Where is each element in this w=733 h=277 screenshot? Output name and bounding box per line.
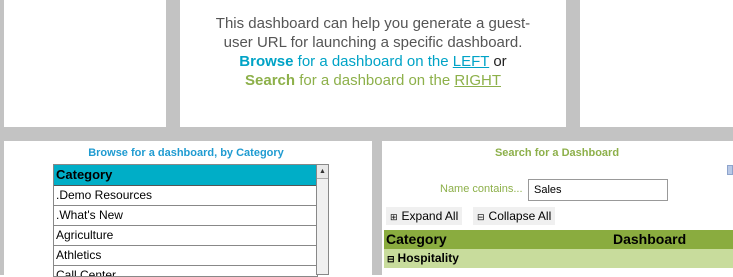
or-text: or: [489, 53, 507, 70]
plus-box-icon: ⊞: [390, 212, 398, 222]
results-column-category[interactable]: Category: [386, 230, 447, 249]
frame-top-left: [0, 0, 4, 131]
chevron-up-icon[interactable]: ▲: [317, 165, 328, 179]
category-scrollbar[interactable]: ▲: [316, 164, 329, 275]
instructions-search-line: Search for a dashboard on the RIGHT: [181, 71, 565, 90]
browse-panel-title: Browse for a dashboard, by Category: [88, 147, 284, 159]
instructions: This dashboard can help you generate a g…: [181, 14, 565, 90]
browse-word: Browse: [239, 53, 294, 70]
search-text: for a dashboard on the: [295, 72, 455, 89]
category-item-agriculture[interactable]: Agriculture: [54, 226, 317, 246]
name-contains-input[interactable]: [528, 179, 668, 201]
expand-all-label: Expand All: [401, 209, 459, 223]
search-word: Search: [245, 72, 296, 89]
search-panel-title: Search for a Dashboard: [494, 147, 620, 159]
frame-bottom-left: [0, 141, 4, 275]
frame-divider-left: [166, 0, 180, 131]
category-column-header[interactable]: Category: [54, 165, 317, 186]
category-item-call-center[interactable]: Call Center: [54, 266, 317, 276]
minus-box-icon: ⊟: [477, 212, 485, 222]
frame-band: [0, 127, 733, 141]
name-contains-label: Name contains...: [440, 183, 523, 195]
minus-box-icon[interactable]: ⊟: [387, 254, 395, 264]
category-item-athletics[interactable]: Athletics: [54, 246, 317, 266]
category-item-whats-new[interactable]: .What's New: [54, 206, 317, 226]
browse-text: for a dashboard on the: [293, 53, 453, 70]
collapse-all-label: Collapse All: [488, 209, 552, 223]
instructions-line-2: user URL for launching a specific dashbo…: [223, 34, 523, 51]
results-group-label: Hospitality: [397, 251, 459, 265]
instructions-line-1: This dashboard can help you generate a g…: [215, 15, 531, 32]
export-icon[interactable]: [727, 165, 733, 175]
frame-divider-middle: [372, 141, 382, 275]
frame-divider-right: [566, 0, 580, 131]
expand-all-button[interactable]: ⊞ Expand All: [386, 207, 463, 225]
left-link[interactable]: LEFT: [453, 53, 489, 70]
results-column-dashboard[interactable]: Dashboard: [613, 230, 686, 249]
collapse-all-button[interactable]: ⊟ Collapse All: [473, 207, 556, 225]
category-item-demo-resources[interactable]: .Demo Resources: [54, 186, 317, 206]
category-list: Category .Demo Resources .What's New Agr…: [53, 164, 318, 277]
right-link[interactable]: RIGHT: [454, 72, 501, 89]
results-group-row[interactable]: ⊟ Hospitality: [384, 249, 733, 268]
instructions-browse-line: Browse for a dashboard on the LEFT or: [181, 52, 565, 71]
results-header: Category Dashboard: [384, 230, 733, 249]
